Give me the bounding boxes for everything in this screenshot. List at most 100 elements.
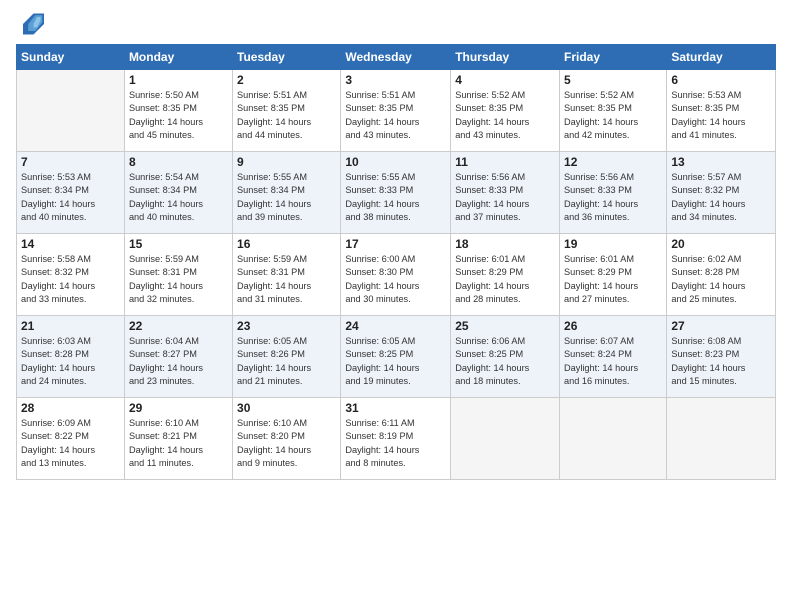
day-number: 31 — [345, 401, 446, 415]
day-number: 25 — [455, 319, 555, 333]
day-info: Sunrise: 6:06 AM Sunset: 8:25 PM Dayligh… — [455, 335, 555, 388]
calendar-cell: 6 Sunrise: 5:53 AM Sunset: 8:35 PM Daylig… — [667, 70, 776, 152]
calendar-cell: 24 Sunrise: 6:05 AM Sunset: 8:25 PM Dayli… — [341, 316, 451, 398]
day-number: 22 — [129, 319, 228, 333]
calendar-cell: 31 Sunrise: 6:11 AM Sunset: 8:19 PM Dayli… — [341, 398, 451, 480]
day-info: Sunrise: 5:59 AM Sunset: 8:31 PM Dayligh… — [237, 253, 336, 306]
calendar-cell: 19 Sunrise: 6:01 AM Sunset: 8:29 PM Dayli… — [560, 234, 667, 316]
calendar-cell: 17 Sunrise: 6:00 AM Sunset: 8:30 PM Dayli… — [341, 234, 451, 316]
day-info: Sunrise: 6:00 AM Sunset: 8:30 PM Dayligh… — [345, 253, 446, 306]
day-info: Sunrise: 6:05 AM Sunset: 8:26 PM Dayligh… — [237, 335, 336, 388]
day-info: Sunrise: 5:52 AM Sunset: 8:35 PM Dayligh… — [564, 89, 662, 142]
week-row-2: 7 Sunrise: 5:53 AM Sunset: 8:34 PM Daylig… — [17, 152, 776, 234]
calendar-cell — [560, 398, 667, 480]
day-info: Sunrise: 5:58 AM Sunset: 8:32 PM Dayligh… — [21, 253, 120, 306]
calendar-cell: 13 Sunrise: 5:57 AM Sunset: 8:32 PM Dayli… — [667, 152, 776, 234]
day-info: Sunrise: 6:10 AM Sunset: 8:20 PM Dayligh… — [237, 417, 336, 470]
calendar-cell: 15Sunrise: 5:59 AM Sunset: 8:31 PM Dayli… — [124, 234, 232, 316]
week-row-4: 21 Sunrise: 6:03 AM Sunset: 8:28 PM Dayli… — [17, 316, 776, 398]
calendar-cell: 23 Sunrise: 6:05 AM Sunset: 8:26 PM Dayli… — [233, 316, 341, 398]
day-info: Sunrise: 6:01 AM Sunset: 8:29 PM Dayligh… — [455, 253, 555, 306]
day-info: Sunrise: 5:53 AM Sunset: 8:35 PM Dayligh… — [671, 89, 771, 142]
day-number: 12 — [564, 155, 662, 169]
day-number: 3 — [345, 73, 446, 87]
calendar-cell: 20 Sunrise: 6:02 AM Sunset: 8:28 PM Dayli… — [667, 234, 776, 316]
day-info: Sunrise: 6:10 AM Sunset: 8:21 PM Dayligh… — [129, 417, 228, 470]
logo — [16, 10, 46, 38]
week-row-5: 28 Sunrise: 6:09 AM Sunset: 8:22 PM Dayli… — [17, 398, 776, 480]
calendar-cell: 2 Sunrise: 5:51 AM Sunset: 8:35 PM Daylig… — [233, 70, 341, 152]
day-info: Sunrise: 6:01 AM Sunset: 8:29 PM Dayligh… — [564, 253, 662, 306]
day-number: 27 — [671, 319, 771, 333]
day-info: Sunrise: 5:53 AM Sunset: 8:34 PM Dayligh… — [21, 171, 120, 224]
calendar-cell: 8Sunrise: 5:54 AM Sunset: 8:34 PM Daylig… — [124, 152, 232, 234]
header-row: SundayMondayTuesdayWednesdayThursdayFrid… — [17, 45, 776, 70]
day-header-friday: Friday — [560, 45, 667, 70]
day-info: Sunrise: 5:56 AM Sunset: 8:33 PM Dayligh… — [455, 171, 555, 224]
calendar-cell: 4 Sunrise: 5:52 AM Sunset: 8:35 PM Daylig… — [451, 70, 560, 152]
week-row-1: 1Sunrise: 5:50 AM Sunset: 8:35 PM Daylig… — [17, 70, 776, 152]
day-number: 19 — [564, 237, 662, 251]
calendar-cell: 10Sunrise: 5:55 AM Sunset: 8:33 PM Dayli… — [341, 152, 451, 234]
day-number: 24 — [345, 319, 446, 333]
day-info: Sunrise: 5:51 AM Sunset: 8:35 PM Dayligh… — [237, 89, 336, 142]
calendar-cell: 26 Sunrise: 6:07 AM Sunset: 8:24 PM Dayli… — [560, 316, 667, 398]
day-number: 30 — [237, 401, 336, 415]
calendar-cell: 22 Sunrise: 6:04 AM Sunset: 8:27 PM Dayli… — [124, 316, 232, 398]
day-number: 28 — [21, 401, 120, 415]
calendar-cell: 25 Sunrise: 6:06 AM Sunset: 8:25 PM Dayli… — [451, 316, 560, 398]
calendar-cell — [17, 70, 125, 152]
calendar-table: SundayMondayTuesdayWednesdayThursdayFrid… — [16, 44, 776, 480]
day-info: Sunrise: 5:50 AM Sunset: 8:35 PM Dayligh… — [129, 89, 228, 142]
calendar-cell: 3Sunrise: 5:51 AM Sunset: 8:35 PM Daylig… — [341, 70, 451, 152]
calendar-cell: 28 Sunrise: 6:09 AM Sunset: 8:22 PM Dayli… — [17, 398, 125, 480]
day-number: 17 — [345, 237, 446, 251]
calendar-cell: 11 Sunrise: 5:56 AM Sunset: 8:33 PM Dayli… — [451, 152, 560, 234]
calendar-cell: 9 Sunrise: 5:55 AM Sunset: 8:34 PM Daylig… — [233, 152, 341, 234]
day-info: Sunrise: 6:05 AM Sunset: 8:25 PM Dayligh… — [345, 335, 446, 388]
day-number: 4 — [455, 73, 555, 87]
day-number: 18 — [455, 237, 555, 251]
day-number: 14 — [21, 237, 120, 251]
day-info: Sunrise: 5:54 AM Sunset: 8:34 PM Dayligh… — [129, 171, 228, 224]
day-info: Sunrise: 5:55 AM Sunset: 8:33 PM Dayligh… — [345, 171, 446, 224]
calendar-cell: 29 Sunrise: 6:10 AM Sunset: 8:21 PM Dayli… — [124, 398, 232, 480]
day-number: 2 — [237, 73, 336, 87]
calendar-cell: 30 Sunrise: 6:10 AM Sunset: 8:20 PM Dayli… — [233, 398, 341, 480]
calendar-cell: 12 Sunrise: 5:56 AM Sunset: 8:33 PM Dayli… — [560, 152, 667, 234]
day-info: Sunrise: 5:57 AM Sunset: 8:32 PM Dayligh… — [671, 171, 771, 224]
day-number: 23 — [237, 319, 336, 333]
day-number: 26 — [564, 319, 662, 333]
calendar-cell: 1Sunrise: 5:50 AM Sunset: 8:35 PM Daylig… — [124, 70, 232, 152]
page: SundayMondayTuesdayWednesdayThursdayFrid… — [0, 0, 792, 612]
day-number: 6 — [671, 73, 771, 87]
day-info: Sunrise: 6:09 AM Sunset: 8:22 PM Dayligh… — [21, 417, 120, 470]
day-info: Sunrise: 5:55 AM Sunset: 8:34 PM Dayligh… — [237, 171, 336, 224]
day-number: 11 — [455, 155, 555, 169]
day-number: 16 — [237, 237, 336, 251]
day-header-tuesday: Tuesday — [233, 45, 341, 70]
day-number: 13 — [671, 155, 771, 169]
day-info: Sunrise: 6:11 AM Sunset: 8:19 PM Dayligh… — [345, 417, 446, 470]
day-number: 21 — [21, 319, 120, 333]
day-info: Sunrise: 5:59 AM Sunset: 8:31 PM Dayligh… — [129, 253, 228, 306]
day-info: Sunrise: 5:52 AM Sunset: 8:35 PM Dayligh… — [455, 89, 555, 142]
day-info: Sunrise: 6:02 AM Sunset: 8:28 PM Dayligh… — [671, 253, 771, 306]
calendar-cell: 7 Sunrise: 5:53 AM Sunset: 8:34 PM Daylig… — [17, 152, 125, 234]
calendar-cell: 27 Sunrise: 6:08 AM Sunset: 8:23 PM Dayli… — [667, 316, 776, 398]
day-number: 20 — [671, 237, 771, 251]
day-number: 7 — [21, 155, 120, 169]
day-info: Sunrise: 6:08 AM Sunset: 8:23 PM Dayligh… — [671, 335, 771, 388]
logo-icon — [16, 10, 44, 38]
calendar-cell: 18 Sunrise: 6:01 AM Sunset: 8:29 PM Dayli… — [451, 234, 560, 316]
calendar-cell: 21 Sunrise: 6:03 AM Sunset: 8:28 PM Dayli… — [17, 316, 125, 398]
day-header-saturday: Saturday — [667, 45, 776, 70]
day-number: 9 — [237, 155, 336, 169]
week-row-3: 14 Sunrise: 5:58 AM Sunset: 8:32 PM Dayli… — [17, 234, 776, 316]
day-info: Sunrise: 6:07 AM Sunset: 8:24 PM Dayligh… — [564, 335, 662, 388]
day-info: Sunrise: 5:56 AM Sunset: 8:33 PM Dayligh… — [564, 171, 662, 224]
day-info: Sunrise: 6:03 AM Sunset: 8:28 PM Dayligh… — [21, 335, 120, 388]
day-info: Sunrise: 6:04 AM Sunset: 8:27 PM Dayligh… — [129, 335, 228, 388]
calendar-cell: 5Sunrise: 5:52 AM Sunset: 8:35 PM Daylig… — [560, 70, 667, 152]
day-number: 29 — [129, 401, 228, 415]
